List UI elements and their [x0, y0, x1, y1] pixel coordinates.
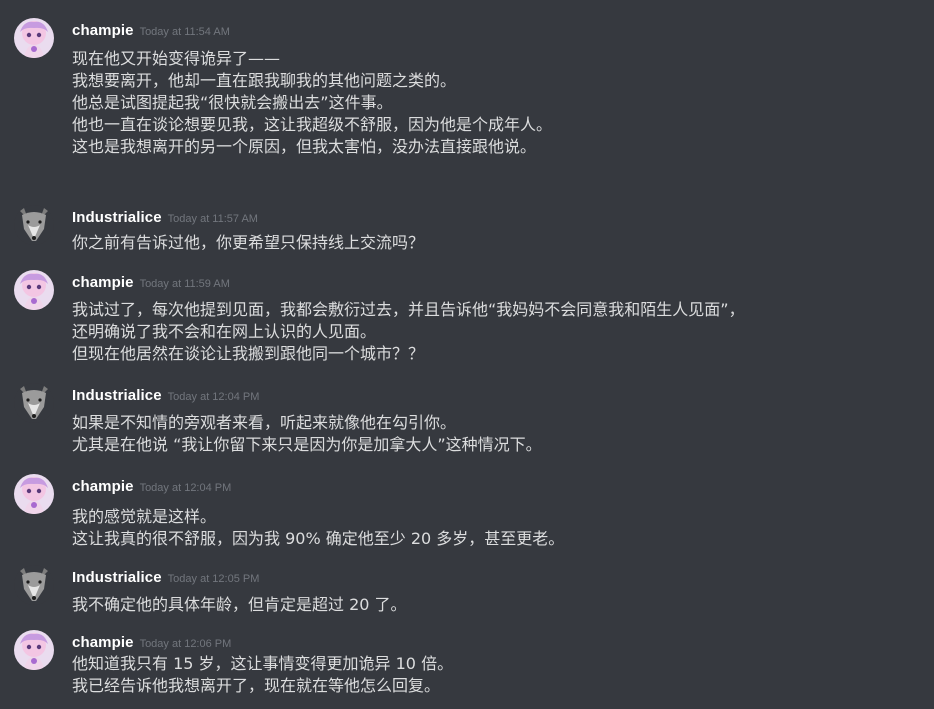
message-content: 现在他又开始变得诡异了—— 我想要离开，他却一直在跟我聊我的其他问题之类的。 他…: [72, 48, 552, 158]
username[interactable]: champie: [72, 274, 134, 291]
champie-avatar-icon[interactable]: [14, 474, 54, 514]
timestamp[interactable]: Today at 11:54 AM: [140, 26, 230, 38]
message-line: 如果是不知情的旁观者来看，听起来就像他在勾引你。: [72, 413, 457, 432]
message-line: 现在他又开始变得诡异了——: [72, 49, 281, 68]
username[interactable]: Industrialice: [72, 569, 162, 586]
message-header: champie Today at 12:04 PM: [72, 476, 231, 495]
message-line: 尤其是在他说 “我让你留下来只是因为你是加拿大人”这种情况下。: [72, 435, 542, 454]
username[interactable]: champie: [72, 634, 134, 651]
message-content: 你之前有告诉过他，你更希望只保持线上交流吗？: [72, 232, 424, 254]
champie-avatar-icon[interactable]: [14, 270, 54, 310]
message-header: Industrialice Today at 12:04 PM: [72, 385, 259, 404]
timestamp[interactable]: Today at 12:04 PM: [168, 391, 260, 403]
message-line: 我不确定他的具体年龄，但肯定是超过 20 了。: [72, 595, 407, 614]
message-header: champie Today at 11:59 AM: [72, 272, 230, 291]
timestamp[interactable]: Today at 11:57 AM: [168, 213, 258, 225]
message-header: champie Today at 11:54 AM: [72, 20, 230, 39]
message-line: 还明确说了我不会和在网上认识的人见面。: [72, 322, 377, 341]
message-content: 我试过了，每次他提到见面，我都会敷衍过去，并且告诉他“我妈妈不会同意我和陌生人见…: [72, 299, 745, 365]
message-line: 我试过了，每次他提到见面，我都会敷衍过去，并且告诉他“我妈妈不会同意我和陌生人见…: [72, 300, 745, 319]
timestamp[interactable]: Today at 12:06 PM: [140, 638, 232, 650]
message-line: 你之前有告诉过他，你更希望只保持线上交流吗？: [72, 233, 425, 252]
timestamp[interactable]: Today at 12:05 PM: [168, 573, 260, 585]
message-line: 他总是试图提起我“很快就会搬出去”这件事。: [72, 93, 393, 112]
message-content: 如果是不知情的旁观者来看，听起来就像他在勾引你。 尤其是在他说 “我让你留下来只…: [72, 412, 542, 456]
message-header: champie Today at 12:06 PM: [72, 632, 231, 651]
username[interactable]: champie: [72, 478, 134, 495]
username[interactable]: champie: [72, 22, 134, 39]
message-line: 但现在他居然在谈论让我搬到跟他同一个城市？？: [72, 344, 425, 363]
message-line: 他知道我只有 15 岁，这让事情变得更加诡异 10 倍。: [72, 654, 454, 673]
message-header: Industrialice Today at 12:05 PM: [72, 567, 259, 586]
message-line: 我想要离开，他却一直在跟我聊我的其他问题之类的。: [72, 71, 457, 90]
username[interactable]: Industrialice: [72, 209, 162, 226]
message-line: 这让我真的很不舒服，因为我 90% 确定他至少 20 多岁，甚至更老。: [72, 529, 565, 548]
champie-avatar-icon[interactable]: [14, 18, 54, 58]
wolf-avatar-icon[interactable]: [14, 205, 54, 245]
timestamp[interactable]: Today at 12:04 PM: [140, 482, 232, 494]
message-content: 他知道我只有 15 岁，这让事情变得更加诡异 10 倍。 我已经告诉他我想离开了…: [72, 653, 453, 697]
wolf-avatar-icon[interactable]: [14, 383, 54, 423]
message-line: 我的感觉就是这样。: [72, 507, 217, 526]
message-line: 我已经告诉他我想离开了，现在就在等他怎么回复。: [72, 676, 441, 695]
username[interactable]: Industrialice: [72, 387, 162, 404]
message-line: 这也是我想离开的另一个原因，但我太害怕，没办法直接跟他说。: [72, 137, 537, 156]
wolf-avatar-icon[interactable]: [14, 565, 54, 605]
message-content: 我不确定他的具体年龄，但肯定是超过 20 了。: [72, 594, 407, 616]
timestamp[interactable]: Today at 11:59 AM: [140, 278, 230, 290]
message-header: Industrialice Today at 11:57 AM: [72, 207, 258, 226]
message-content: 我的感觉就是这样。 这让我真的很不舒服，因为我 90% 确定他至少 20 多岁，…: [72, 506, 564, 550]
champie-avatar-icon[interactable]: [14, 630, 54, 670]
message-line: 他也一直在谈论想要见我，这让我超级不舒服，因为他是个成年人。: [72, 115, 553, 134]
